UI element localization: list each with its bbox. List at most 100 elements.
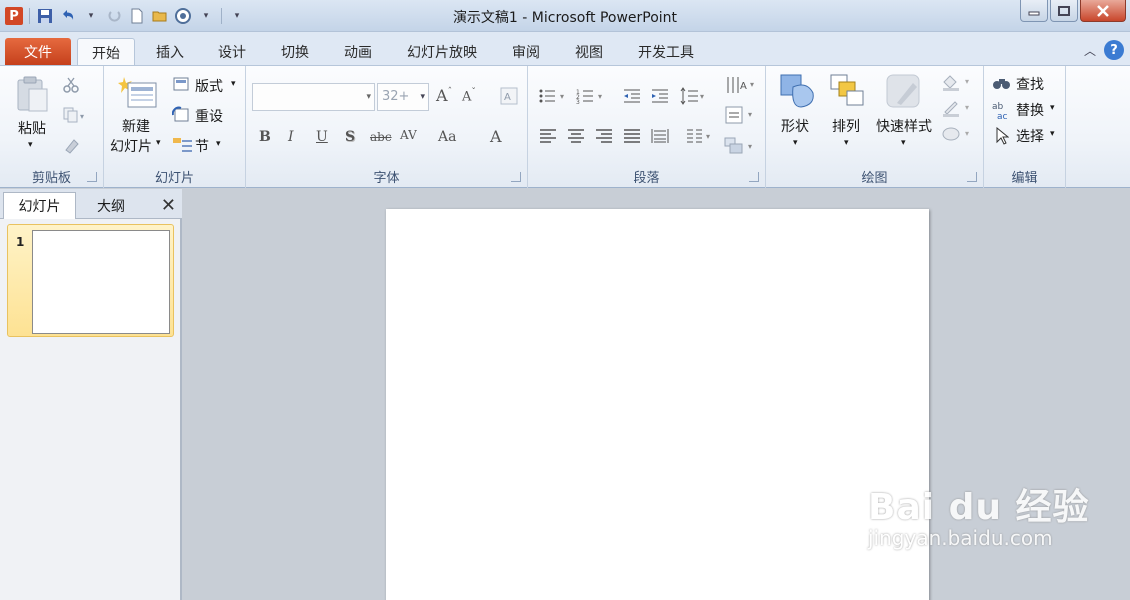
layout-dropdown-icon[interactable]: ▾ xyxy=(231,79,236,89)
editing-group: 查找 ab ac 替换 ▾ 选择 ▾ 编辑 xyxy=(984,66,1066,188)
decrease-indent-icon[interactable] xyxy=(622,86,642,106)
select-dropdown-icon[interactable]: ▾ xyxy=(1050,129,1055,139)
replace-icon[interactable]: ab ac xyxy=(992,100,1014,120)
slides-group: 新建 幻灯片 ▾ 版式 ▾ 重设 节 ▾ 幻灯片 xyxy=(104,66,246,188)
font-size-select[interactable]: 32+ ▾ xyxy=(377,83,429,111)
minimize-ribbon-icon[interactable]: ︿ xyxy=(1084,42,1096,59)
bold-button[interactable]: B xyxy=(259,129,271,145)
align-right-icon[interactable] xyxy=(594,126,614,146)
quick-styles-label[interactable]: 快速样式 xyxy=(876,116,932,136)
font-name-dropdown-icon[interactable]: ▾ xyxy=(366,92,371,102)
line-spacing-icon[interactable]: ▾ xyxy=(680,86,708,106)
distributed-icon[interactable] xyxy=(650,126,670,146)
font-size-dropdown-icon[interactable]: ▾ xyxy=(420,92,425,102)
strikethrough-button[interactable]: abc xyxy=(370,130,392,144)
shapes-dropdown-icon[interactable]: ▾ xyxy=(793,138,798,148)
svg-text:▾: ▾ xyxy=(80,112,84,121)
tab-review[interactable]: 审阅 xyxy=(504,38,548,65)
arrange-icon[interactable] xyxy=(828,72,868,112)
help-icon[interactable]: ? xyxy=(1104,40,1124,60)
shapes-label[interactable]: 形状 xyxy=(781,116,809,136)
current-slide[interactable] xyxy=(386,209,929,600)
layout-icon[interactable] xyxy=(172,76,190,92)
numbering-icon[interactable]: 1 2 3 ▾ xyxy=(576,86,610,106)
tab-slideshow[interactable]: 幻灯片放映 xyxy=(399,38,485,65)
tab-insert[interactable]: 插入 xyxy=(148,38,192,65)
grow-font-icon[interactable]: Aˆ xyxy=(436,86,452,105)
align-center-icon[interactable] xyxy=(566,126,586,146)
smartart-icon[interactable]: ▾ xyxy=(724,134,758,156)
columns-icon[interactable]: ▾ xyxy=(686,126,716,146)
shape-fill-icon[interactable]: ▾ xyxy=(940,72,976,92)
clear-formatting-icon[interactable]: A xyxy=(498,85,520,107)
slides-group-label: 幻灯片 xyxy=(154,171,194,186)
paste-dropdown-icon[interactable]: ▾ xyxy=(28,140,33,150)
tab-transitions[interactable]: 切换 xyxy=(273,38,317,65)
tab-home[interactable]: 开始 xyxy=(77,38,135,66)
italic-button[interactable]: I xyxy=(288,129,294,145)
tab-slides-pane[interactable]: 幻灯片 xyxy=(3,192,76,219)
section-icon[interactable] xyxy=(172,136,194,154)
tab-view[interactable]: 视图 xyxy=(567,38,611,65)
slide-thumbnail-image[interactable] xyxy=(32,230,170,334)
minimize-button[interactable] xyxy=(1020,0,1048,22)
shadow-button[interactable]: S xyxy=(345,129,355,145)
font-color-button[interactable]: A xyxy=(490,127,502,146)
shapes-icon[interactable] xyxy=(778,72,818,112)
underline-button[interactable]: U xyxy=(316,129,328,145)
increase-indent-icon[interactable] xyxy=(650,86,670,106)
paste-label[interactable]: 粘贴 xyxy=(18,118,46,138)
drawing-launcher-icon[interactable] xyxy=(967,172,977,182)
cut-icon[interactable] xyxy=(62,76,80,94)
shape-effects-icon[interactable]: ▾ xyxy=(940,124,976,144)
find-label[interactable]: 查找 xyxy=(1016,74,1044,94)
character-spacing-button[interactable]: AV xyxy=(400,128,417,142)
tab-developer[interactable]: 开发工具 xyxy=(630,38,702,65)
new-slide-label-2[interactable]: 幻灯片 xyxy=(110,136,152,156)
bullets-icon[interactable]: ▾ xyxy=(538,86,572,106)
shrink-font-icon[interactable]: Aˇ xyxy=(462,88,476,104)
copy-icon[interactable]: ▾ xyxy=(62,106,90,124)
layout-label[interactable]: 版式 xyxy=(195,76,223,96)
tab-outline-pane[interactable]: 大纲 xyxy=(78,192,144,219)
reset-icon[interactable] xyxy=(172,106,190,124)
replace-label[interactable]: 替换 xyxy=(1016,100,1044,120)
close-pane-icon[interactable]: ✕ xyxy=(161,195,176,216)
align-left-icon[interactable] xyxy=(538,126,558,146)
slide-thumbnail-selected[interactable]: 1 xyxy=(7,224,174,337)
arrange-dropdown-icon[interactable]: ▾ xyxy=(844,138,849,148)
format-painter-icon[interactable] xyxy=(62,136,82,156)
change-case-button[interactable]: Aa xyxy=(438,129,456,145)
close-button[interactable] xyxy=(1080,0,1126,22)
replace-dropdown-icon[interactable]: ▾ xyxy=(1050,103,1055,113)
maximize-button[interactable] xyxy=(1050,0,1078,22)
tab-file[interactable]: 文件 xyxy=(5,38,71,65)
select-cursor-icon[interactable] xyxy=(994,126,1010,146)
new-slide-icon[interactable] xyxy=(118,74,158,112)
tab-animations[interactable]: 动画 xyxy=(336,38,380,65)
select-label[interactable]: 选择 xyxy=(1016,126,1044,146)
reset-label[interactable]: 重设 xyxy=(195,106,223,126)
text-direction-icon[interactable]: A ▾ xyxy=(724,74,758,96)
quick-styles-dropdown-icon[interactable]: ▾ xyxy=(901,138,906,148)
tab-design[interactable]: 设计 xyxy=(210,38,254,65)
svg-text:▾: ▾ xyxy=(706,132,710,141)
shape-outline-icon[interactable]: ▾ xyxy=(940,98,976,118)
section-label[interactable]: 节 xyxy=(195,136,209,156)
font-launcher-icon[interactable] xyxy=(511,172,521,182)
new-slide-label-1[interactable]: 新建 xyxy=(122,116,150,136)
svg-text:A: A xyxy=(740,81,747,92)
find-icon[interactable] xyxy=(992,74,1012,92)
font-name-select[interactable]: ▾ xyxy=(252,83,375,111)
new-slide-dropdown-icon[interactable]: ▾ xyxy=(156,138,161,148)
quick-styles-icon[interactable] xyxy=(884,72,924,112)
justify-icon[interactable] xyxy=(622,126,642,146)
align-text-icon[interactable]: ▾ xyxy=(724,104,758,126)
paste-icon[interactable] xyxy=(14,74,50,114)
paragraph-launcher-icon[interactable] xyxy=(749,172,759,182)
section-dropdown-icon[interactable]: ▾ xyxy=(216,139,221,149)
clipboard-launcher-icon[interactable] xyxy=(87,172,97,182)
svg-text:▾: ▾ xyxy=(598,92,602,101)
arrange-label[interactable]: 排列 xyxy=(832,116,860,136)
window-controls xyxy=(1020,0,1126,22)
